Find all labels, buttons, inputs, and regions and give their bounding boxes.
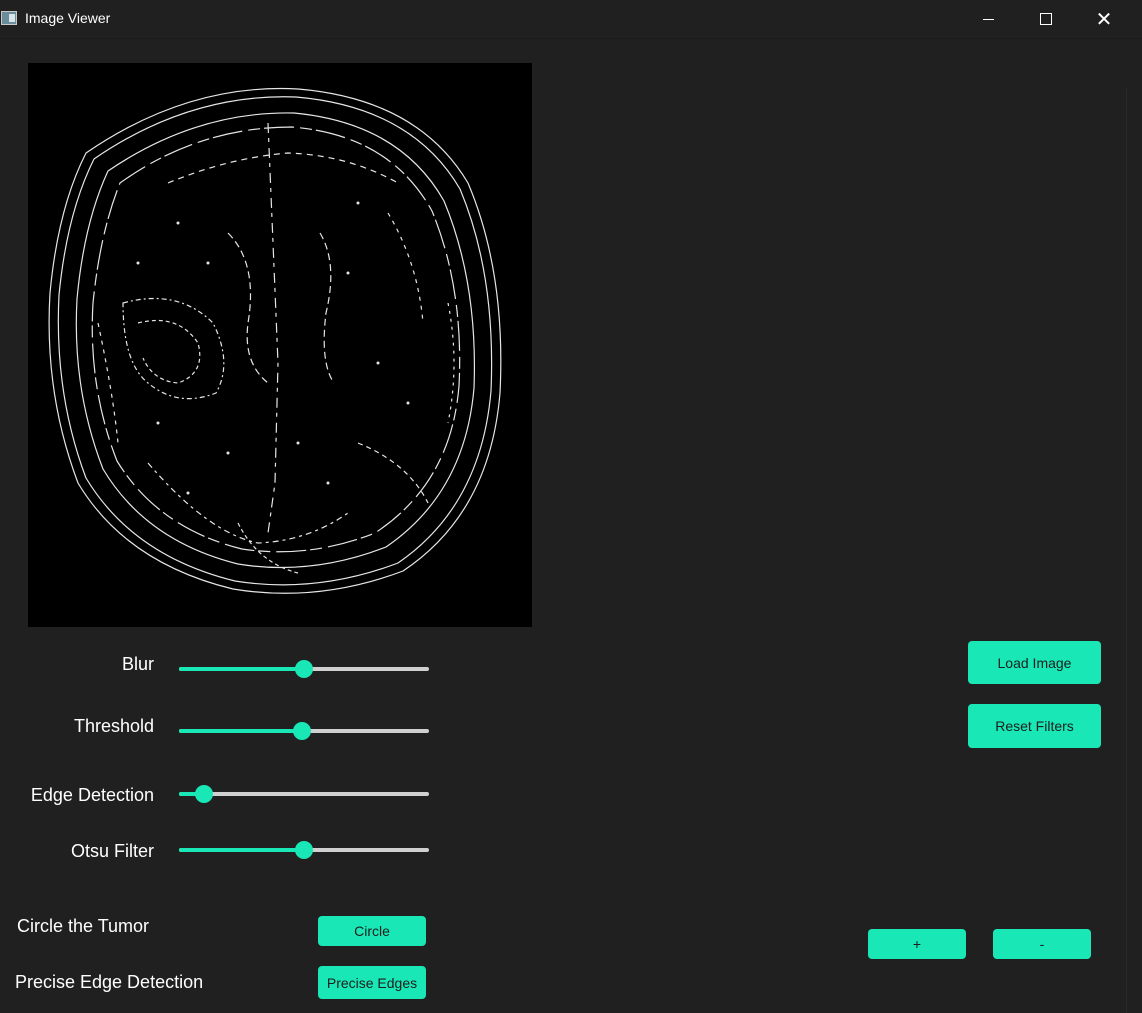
- window-edge: [1126, 88, 1142, 1013]
- edge-detection-label: Edge Detection: [30, 785, 154, 805]
- slider-handle[interactable]: [195, 785, 213, 803]
- slider-fill: [179, 729, 302, 733]
- zoom-in-button[interactable]: +: [868, 929, 966, 959]
- precise-edges-button[interactable]: Precise Edges: [318, 966, 426, 999]
- blur-label: Blur: [121, 654, 154, 674]
- slider-track: [179, 792, 429, 796]
- slider-fill: [179, 848, 304, 852]
- app-icon: [1, 11, 17, 25]
- minimize-button[interactable]: [959, 0, 1017, 38]
- image-display: [28, 63, 532, 627]
- slider-fill: [179, 667, 304, 671]
- otsu-filter-label: Otsu Filter: [70, 841, 154, 861]
- circle-button[interactable]: Circle: [318, 916, 426, 946]
- precise-edge-label: Precise Edge Detection: [15, 972, 204, 992]
- edge-detected-brain-image: [48, 87, 502, 594]
- close-button[interactable]: ✕: [1075, 0, 1133, 38]
- close-icon: ✕: [1095, 7, 1113, 31]
- slider-handle[interactable]: [295, 660, 313, 678]
- zoom-out-button[interactable]: -: [993, 929, 1091, 959]
- reset-filters-button[interactable]: Reset Filters: [968, 704, 1101, 748]
- maximize-button[interactable]: [1017, 0, 1075, 38]
- load-image-button[interactable]: Load Image: [968, 641, 1101, 684]
- slider-handle[interactable]: [292, 722, 311, 740]
- window-title: Image Viewer: [25, 10, 111, 26]
- blur-slider[interactable]: [179, 659, 429, 679]
- slider-handle[interactable]: [295, 841, 313, 859]
- threshold-slider[interactable]: [179, 721, 429, 741]
- title-bar: Image Viewer ✕: [0, 0, 1142, 39]
- circle-tumor-label: Circle the Tumor: [17, 916, 150, 936]
- edge-detection-slider[interactable]: [179, 784, 429, 804]
- threshold-label: Threshold: [73, 716, 154, 736]
- otsu-filter-slider[interactable]: [179, 840, 429, 860]
